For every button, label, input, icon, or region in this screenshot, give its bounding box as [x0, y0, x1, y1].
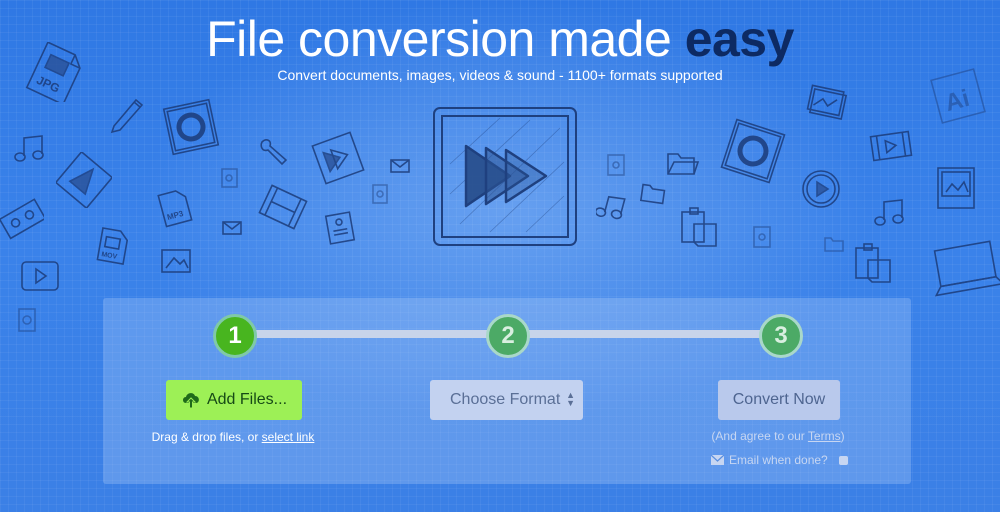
envelope-icon — [711, 455, 724, 465]
terms-notice: (And agree to our Terms) — [703, 429, 853, 443]
clipboard-icon — [681, 207, 717, 247]
page-title: File conversion made easy — [0, 8, 1000, 70]
file-small-icon — [18, 308, 36, 332]
fast-forward-icon — [311, 131, 365, 185]
image-icon — [161, 249, 191, 273]
wrench-icon — [260, 139, 288, 166]
film-strip-icon — [258, 184, 308, 230]
terms-suffix: ) — [840, 429, 845, 443]
music-note-icon — [596, 195, 626, 220]
clipboard-icon — [855, 243, 891, 283]
music-note-icon — [14, 135, 44, 162]
page-title-accent: easy — [684, 11, 795, 67]
page-title-main: File conversion made — [206, 11, 685, 67]
file-small-icon — [221, 168, 238, 188]
choose-format-select[interactable]: Choose Format ▲ ▼ — [430, 380, 583, 420]
select-link[interactable]: select link — [262, 430, 315, 444]
fast-forward-hero-icon — [433, 107, 577, 246]
step-2-indicator: 2 — [486, 314, 530, 358]
music-note-icon — [874, 199, 904, 226]
svg-text:MP3: MP3 — [166, 209, 185, 222]
cloud-upload-icon — [182, 393, 199, 409]
folder-icon — [639, 183, 666, 205]
drag-drop-text: Drag & drop files, or — [151, 430, 262, 444]
choose-format-value: Choose Format — [450, 391, 561, 408]
video-player-icon — [21, 261, 59, 291]
step-1-indicator: 1 — [213, 314, 257, 358]
document-icon — [324, 211, 356, 245]
step-3-indicator: 3 — [759, 314, 803, 358]
film-play-icon — [869, 130, 913, 162]
picture-frame-icon — [937, 167, 975, 209]
file-small-icon — [372, 184, 388, 204]
illustrator-file-icon: Ai — [930, 68, 986, 124]
drag-drop-hint: Drag & drop files, or select link — [143, 430, 323, 444]
terms-link[interactable]: Terms — [808, 429, 841, 443]
play-circle-icon — [802, 170, 840, 208]
svg-text:MOV: MOV — [101, 251, 118, 261]
refresh-icon — [720, 118, 786, 184]
pencil-icon — [110, 98, 144, 134]
svg-text:Ai: Ai — [942, 85, 972, 117]
mp3-file-icon: MP3 — [157, 190, 193, 228]
image-stack-icon — [806, 84, 848, 121]
folder-icon — [824, 237, 844, 252]
envelope-doodle-icon — [222, 221, 242, 235]
jpg-file-icon: JPG — [25, 42, 81, 102]
add-files-button[interactable]: Add Files... — [166, 380, 302, 420]
email-when-done-row: Email when done? — [711, 453, 848, 467]
mov-file-icon: MOV — [96, 227, 129, 265]
refresh-icon — [162, 98, 220, 156]
envelope-doodle-icon — [390, 159, 410, 173]
convert-now-button[interactable]: Convert Now — [718, 380, 840, 420]
convert-now-label: Convert Now — [732, 391, 826, 408]
email-when-done-checkbox[interactable] — [838, 455, 848, 465]
play-triangle-icon — [56, 152, 112, 208]
add-files-label: Add Files... — [206, 391, 288, 408]
page-subtitle: Convert documents, images, videos & soun… — [277, 67, 723, 83]
email-when-done-label: Email when done? — [729, 453, 828, 467]
folder-open-icon — [667, 153, 700, 175]
cassette-icon — [0, 198, 44, 240]
conversion-panel: 1 2 3 Add Files... Drag & drop files, or… — [103, 298, 911, 484]
file-small-icon — [607, 154, 625, 176]
laptop-icon — [933, 240, 1000, 297]
terms-prefix: (And agree to our — [711, 429, 808, 443]
file-small-icon — [753, 226, 771, 248]
select-arrows-icon: ▲ ▼ — [566, 390, 575, 408]
